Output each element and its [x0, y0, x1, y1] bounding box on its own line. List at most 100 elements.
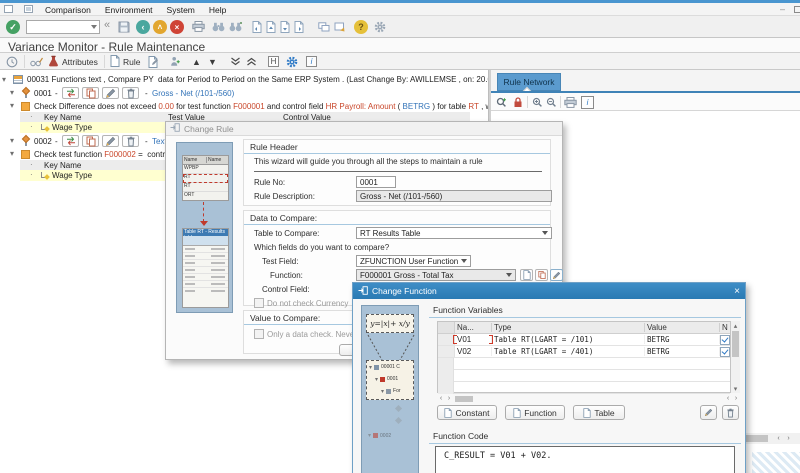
display-change-icon[interactable]: [30, 57, 43, 69]
rule-no-field[interactable]: 0001: [356, 176, 396, 188]
tree-root-row[interactable]: ▾ 00031 Functions text , Compare PY data…: [0, 74, 486, 85]
currency-checkbox[interactable]: [254, 298, 264, 308]
network-info-icon[interactable]: i: [580, 95, 595, 109]
command-field-chevron-icon[interactable]: [91, 25, 97, 29]
scroll-right-icon[interactable]: ›: [784, 434, 793, 443]
menu-help[interactable]: Help: [202, 4, 233, 16]
add-constant-button[interactable]: Constant: [437, 405, 497, 420]
table-to-compare-select[interactable]: RT Results Table: [356, 227, 552, 239]
copy-rule-button[interactable]: [82, 87, 99, 99]
variable-row-empty[interactable]: [438, 358, 730, 370]
settings-gear-icon[interactable]: [286, 56, 298, 70]
minimize-button[interactable]: –: [780, 4, 785, 14]
edit-rule-button[interactable]: [102, 135, 119, 147]
add-function-button[interactable]: Function: [505, 405, 565, 420]
variables-h-scrollbar[interactable]: ‹› ‹›: [437, 394, 740, 403]
edit-rule-button[interactable]: [102, 87, 119, 99]
variable-row-empty[interactable]: [438, 370, 730, 382]
negative-checkbox[interactable]: [720, 335, 730, 345]
menu-environment[interactable]: Environment: [98, 4, 160, 16]
last-page-icon[interactable]: [294, 21, 304, 35]
save-icon[interactable]: [118, 21, 130, 35]
rule-number[interactable]: 0001: [34, 89, 52, 98]
rule-number[interactable]: 0002: [34, 137, 52, 146]
attributes-button[interactable]: Attributes: [48, 55, 98, 68]
previous-page-icon[interactable]: [266, 21, 276, 35]
caret-down-icon[interactable]: ▾: [2, 75, 6, 84]
network-inactive-area: [752, 452, 800, 473]
rule-description-field[interactable]: Gross - Net (/101-/560): [356, 190, 552, 202]
edit-function-button[interactable]: [550, 269, 563, 281]
window-menu-icon[interactable]: [24, 5, 33, 13]
zoom-out-icon[interactable]: [544, 95, 559, 109]
move-up-icon[interactable]: ▲: [192, 57, 201, 67]
refresh-time-icon[interactable]: [6, 56, 18, 70]
print-network-icon[interactable]: [563, 95, 578, 109]
enter-button[interactable]: ✓: [6, 20, 20, 34]
wage-type-label[interactable]: Wage Type: [52, 171, 92, 180]
expand-all-icon[interactable]: [230, 57, 241, 68]
display-lock-icon[interactable]: [510, 95, 525, 109]
delete-variable-button[interactable]: [722, 405, 739, 420]
info-icon[interactable]: i: [306, 56, 317, 67]
currency-checkbox-row[interactable]: Do not check Currency: [254, 298, 348, 308]
assign-user-icon[interactable]: [170, 56, 181, 69]
close-icon[interactable]: ×: [734, 286, 740, 297]
edit-document-icon[interactable]: [148, 56, 160, 70]
new-session-icon[interactable]: [318, 22, 330, 34]
menu-system[interactable]: System: [160, 4, 202, 16]
next-page-icon[interactable]: [280, 21, 290, 35]
maximize-button[interactable]: [794, 6, 800, 13]
comparison-icon: [13, 75, 23, 84]
first-page-icon[interactable]: [252, 21, 262, 35]
test-field-select[interactable]: ZFUNCTION User Function: [356, 255, 471, 267]
create-rule-button[interactable]: Rule: [110, 55, 140, 68]
copy-rule-button[interactable]: [82, 135, 99, 147]
system-menu-icon[interactable]: [4, 5, 13, 13]
toggle-rule-button[interactable]: [62, 135, 79, 147]
exit-button[interactable]: ˄: [153, 20, 167, 34]
caret-down-icon[interactable]: ▾: [10, 136, 14, 145]
collapse-all-icon[interactable]: [246, 57, 257, 68]
add-table-button[interactable]: Table: [573, 405, 625, 420]
move-down-icon[interactable]: ▼: [208, 57, 217, 67]
variable-row-empty[interactable]: [438, 382, 730, 394]
caret-down-icon[interactable]: ▾: [10, 149, 14, 158]
data-check-checkbox[interactable]: [254, 329, 264, 339]
change-function-titlebar[interactable]: Change Function ×: [353, 283, 745, 299]
collapse-toolbar-icon[interactable]: «: [104, 19, 110, 31]
cancel-button[interactable]: ×: [170, 20, 184, 34]
command-field[interactable]: [26, 20, 100, 34]
find-next-icon[interactable]: [229, 22, 242, 34]
variables-v-scrollbar[interactable]: ▴ ▾: [731, 321, 740, 393]
caret-down-icon[interactable]: ▾: [10, 88, 14, 97]
toggle-rule-button[interactable]: [62, 87, 79, 99]
create-shortcut-icon[interactable]: [334, 22, 346, 34]
delete-rule-button[interactable]: [122, 135, 139, 147]
hierarchy-header-icon[interactable]: H: [268, 56, 279, 67]
variable-row-v02[interactable]: V02 Table RT(LGART = /401) BETRG: [438, 346, 730, 358]
help-button[interactable]: ?: [354, 20, 368, 34]
change-rule-titlebar[interactable]: Change Rule: [166, 122, 562, 136]
print-icon[interactable]: [192, 21, 205, 34]
zoom-in-icon[interactable]: [530, 95, 545, 109]
copy-function-button[interactable]: [535, 269, 548, 281]
comparison-root-label[interactable]: 00031 Functions text , Compare PY data f…: [27, 75, 521, 84]
negative-checkbox[interactable]: [720, 347, 730, 357]
variable-row-v01[interactable]: V01 Table RT(LGART = /101) BETRG: [438, 334, 730, 346]
back-button[interactable]: ‹: [136, 20, 150, 34]
select-mode-icon[interactable]: [494, 95, 509, 109]
function-code-editor[interactable]: C_RESULT = V01 + V02.: [435, 446, 735, 473]
find-icon[interactable]: [212, 22, 225, 34]
create-function-button[interactable]: [520, 269, 533, 281]
menu-comparison[interactable]: Comparison: [38, 4, 98, 16]
function-combo[interactable]: F000001 Gross - Total Tax: [356, 269, 516, 281]
scroll-left-icon[interactable]: ‹: [774, 434, 783, 443]
wage-type-label[interactable]: Wage Type: [52, 123, 92, 132]
caret-down-icon[interactable]: ▾: [10, 101, 14, 110]
delete-rule-button[interactable]: [122, 87, 139, 99]
tree-check-row-1[interactable]: ▾ Check Difference does not exceed 0.00 …: [0, 101, 486, 112]
rule-description[interactable]: Gross - Net (/101-/560): [152, 89, 234, 98]
edit-variable-button[interactable]: [700, 405, 717, 420]
customize-layout-icon[interactable]: [374, 21, 386, 35]
